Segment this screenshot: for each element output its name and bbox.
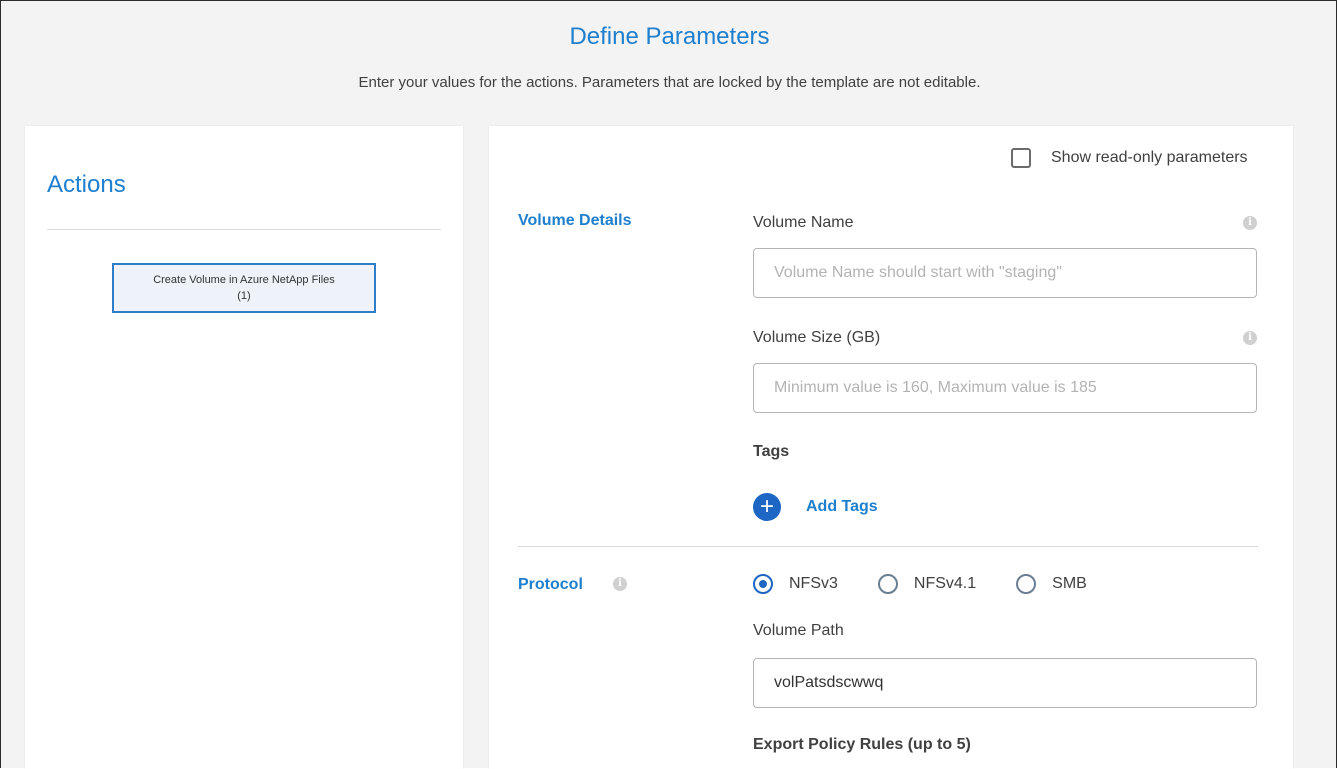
action-item-count: (1) xyxy=(237,290,251,302)
actions-divider xyxy=(47,229,441,230)
volume-name-label: Volume Name xyxy=(753,214,854,231)
radio-option-nfsv41[interactable]: NFSv4.1 xyxy=(877,574,977,594)
radio-label-nfsv41: NFSv4.1 xyxy=(913,575,977,592)
volume-name-info-icon[interactable]: i xyxy=(1243,216,1257,230)
add-tags-button[interactable]: + Add Tags xyxy=(753,493,878,521)
volume-size-input[interactable] xyxy=(753,363,1257,413)
define-parameters-page: Define Parameters Enter your values for … xyxy=(0,0,1337,769)
radio-option-smb[interactable]: SMB xyxy=(1016,574,1087,594)
action-item-create-volume[interactable]: Create Volume in Azure NetApp Files (1) xyxy=(112,263,376,313)
volume-path-label: Volume Path xyxy=(753,622,844,639)
volume-name-input[interactable] xyxy=(753,248,1257,298)
page-subtitle: Enter your values for the actions. Param… xyxy=(358,74,981,91)
add-tags-label: Add Tags xyxy=(806,498,878,515)
radio-label-smb: SMB xyxy=(1052,575,1087,592)
protocol-info-icon[interactable]: i xyxy=(613,577,627,591)
actions-panel: Actions Create Volume in Azure NetApp Fi… xyxy=(25,126,463,769)
plus-circle-icon[interactable]: + xyxy=(753,493,781,521)
action-item-label: Create Volume in Azure NetApp Files xyxy=(153,274,335,286)
show-readonly-checkbox[interactable] xyxy=(1011,148,1031,168)
section-divider xyxy=(518,546,1258,547)
export-policy-label: Export Policy Rules (up to 5) xyxy=(753,736,971,753)
show-readonly-toggle[interactable]: Show read-only parameters xyxy=(1011,148,1248,168)
volume-size-label: Volume Size (GB) xyxy=(753,329,881,346)
radio-smb[interactable] xyxy=(1016,574,1037,594)
actions-title: Actions xyxy=(47,171,126,198)
radio-nfsv3[interactable] xyxy=(753,574,773,594)
volume-size-info-icon[interactable]: i xyxy=(1243,331,1257,345)
section-label-protocol: Protocol xyxy=(518,576,583,593)
radio-nfsv41[interactable] xyxy=(877,574,898,594)
tags-label: Tags xyxy=(753,443,790,460)
page-title: Define Parameters xyxy=(569,23,770,50)
parameters-panel: Show read-only parameters Volume Details… xyxy=(489,126,1293,769)
section-label-volume-details: Volume Details xyxy=(518,212,632,229)
radio-label-nfsv3: NFSv3 xyxy=(789,575,838,592)
volume-path-input[interactable] xyxy=(753,658,1257,708)
protocol-radio-group: NFSv3 NFSv4.1 SMB xyxy=(753,574,1087,594)
radio-option-nfsv3[interactable]: NFSv3 xyxy=(753,574,838,594)
show-readonly-label: Show read-only parameters xyxy=(1051,149,1248,166)
